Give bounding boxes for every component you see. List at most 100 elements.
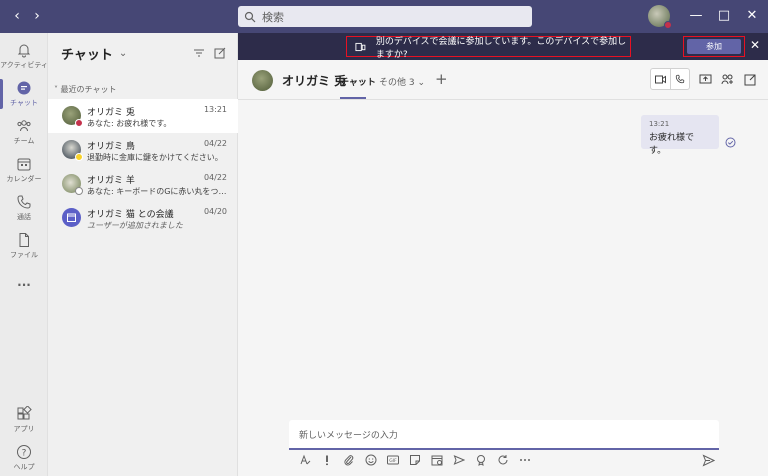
send-later-icon[interactable] xyxy=(453,454,465,466)
chat-list-pane: チャット ⌄ ˅ 最近のチャット オリガミ 兎 あなた: お疲れ様です。 13:… xyxy=(48,33,238,476)
rail-label: アクティビティ xyxy=(0,61,48,69)
join-button[interactable]: 参加 xyxy=(687,39,741,54)
message-text: お疲れ様です。 xyxy=(649,133,695,156)
schedule-meeting-icon[interactable] xyxy=(431,454,443,466)
chat-list-title[interactable]: チャット xyxy=(61,44,113,63)
chat-header: オリガミ 兎 チャット その他 3 ⌄ + xyxy=(238,60,768,100)
chat-list-item[interactable]: オリガミ 猫 との会議 ユーザーが追加されました 04/20 xyxy=(48,201,238,235)
emoji-icon[interactable] xyxy=(365,454,377,466)
chat-main-pane: 別のデバイスで会議に参加しています。このデバイスで参加しますか? 参加 ✕ オリ… xyxy=(238,33,768,476)
pop-out-icon[interactable] xyxy=(744,73,757,86)
search-input[interactable]: 検索 xyxy=(238,6,532,27)
new-chat-icon[interactable] xyxy=(214,47,226,59)
chat-title: オリガミ 兎 xyxy=(282,74,347,88)
message-input[interactable]: 新しいメッセージの入力 xyxy=(289,420,719,450)
chevron-down-icon: ⌄ xyxy=(417,78,426,88)
call-buttons xyxy=(650,68,690,90)
add-tab-button[interactable]: + xyxy=(435,70,448,88)
read-receipt-icon xyxy=(725,137,736,148)
banner-message-highlight: 別のデバイスで会議に参加しています。このデバイスで参加しますか? xyxy=(346,36,631,60)
teams-icon xyxy=(17,120,31,132)
rail-label: カレンダー xyxy=(6,175,42,183)
audio-call-button[interactable] xyxy=(669,69,690,89)
chevron-down-icon[interactable]: ⌄ xyxy=(119,48,127,59)
more-icon: ... xyxy=(17,275,31,289)
tab-active-indicator xyxy=(340,97,366,99)
avatar xyxy=(62,174,83,195)
bell-icon xyxy=(17,44,31,58)
share-screen-icon[interactable] xyxy=(699,73,712,86)
meeting-icon xyxy=(62,208,81,227)
rail-label: ファイル xyxy=(10,251,38,259)
svg-text:?: ? xyxy=(22,449,27,459)
add-people-icon[interactable] xyxy=(721,73,734,86)
chat-time: 04/20 xyxy=(203,207,227,216)
avatar xyxy=(62,106,83,127)
avatar xyxy=(62,140,83,161)
phone-icon xyxy=(17,195,31,209)
back-icon[interactable]: ‹ xyxy=(8,8,26,24)
rail-calendar[interactable]: カレンダー xyxy=(0,151,48,189)
rail-files[interactable]: ファイル xyxy=(0,227,48,265)
rail-calls[interactable]: 通話 xyxy=(0,189,48,227)
filter-icon[interactable] xyxy=(193,47,205,59)
file-icon xyxy=(19,233,29,247)
section-recent-chats[interactable]: ˅ 最近のチャット xyxy=(54,84,116,95)
minimize-icon[interactable]: — xyxy=(686,8,706,23)
rail-chat[interactable]: チャット xyxy=(0,75,48,113)
video-call-button[interactable] xyxy=(651,69,670,89)
rail-more[interactable]: ... xyxy=(0,263,48,301)
join-button-highlight: 参加 xyxy=(683,36,745,57)
calendar-icon xyxy=(17,158,31,171)
rail-teams[interactable]: チーム xyxy=(0,113,48,151)
section-label: 最近のチャット xyxy=(60,85,117,94)
status-busy-dot xyxy=(664,21,672,29)
window-close-icon[interactable]: ✕ xyxy=(742,8,762,23)
forward-icon[interactable]: › xyxy=(28,8,46,24)
loop-icon[interactable] xyxy=(497,454,509,466)
tab-more[interactable]: その他 3 ⌄ xyxy=(379,75,425,88)
user-avatar[interactable] xyxy=(648,5,672,29)
chat-name: オリガミ 兎 xyxy=(87,108,135,118)
search-placeholder: 検索 xyxy=(262,10,284,24)
chat-name: オリガミ 鳥 xyxy=(87,142,135,152)
status-busy-dot xyxy=(75,119,83,127)
device-transfer-icon xyxy=(355,42,366,51)
message-bubble[interactable]: 13:21 お疲れ様です。 xyxy=(641,115,719,156)
important-icon[interactable] xyxy=(321,454,333,466)
app-rail: アクティビティ チャット チーム カレンダー 通話 ファイル ... アプリ ?… xyxy=(0,33,48,476)
more-options-icon[interactable] xyxy=(519,454,531,466)
chat-preview: ユーザーが追加されました xyxy=(87,221,183,230)
send-icon[interactable] xyxy=(702,454,715,467)
sticker-icon[interactable] xyxy=(409,454,421,466)
rail-label: 通話 xyxy=(17,213,31,221)
phone-icon xyxy=(675,74,684,84)
maximize-icon[interactable]: □ xyxy=(714,8,734,23)
rail-activity[interactable]: アクティビティ xyxy=(0,37,48,75)
avatar xyxy=(252,70,273,91)
status-offline-dot xyxy=(75,187,83,195)
chat-list-item[interactable]: オリガミ 羊 あなた: キーボードのGに赤い丸をつけま... 04/22 xyxy=(48,167,238,201)
tab-chat[interactable]: チャット xyxy=(340,75,376,88)
rail-label: ヘルプ xyxy=(13,463,35,471)
message-time: 13:21 xyxy=(649,120,670,128)
attach-icon[interactable] xyxy=(343,454,355,466)
chat-list-header: チャット ⌄ xyxy=(48,33,238,73)
gif-icon[interactable]: GIF xyxy=(387,454,399,466)
tab-more-label: その他 3 xyxy=(379,78,415,88)
rail-help[interactable]: ? ヘルプ xyxy=(0,439,48,476)
help-icon: ? xyxy=(17,445,31,459)
chat-time: 04/22 xyxy=(203,139,227,148)
chat-preview: あなた: お疲れ様です。 xyxy=(87,119,172,128)
rail-apps[interactable]: アプリ xyxy=(0,401,48,439)
svg-text:GIF: GIF xyxy=(389,458,397,464)
title-bar: ‹ › 検索 — □ ✕ xyxy=(0,0,768,33)
status-away-dot xyxy=(75,153,83,161)
close-icon[interactable]: ✕ xyxy=(750,38,760,52)
compose-placeholder: 新しいメッセージの入力 xyxy=(299,431,398,441)
format-icon[interactable] xyxy=(299,454,311,466)
praise-icon[interactable] xyxy=(475,454,487,466)
meeting-banner: 別のデバイスで会議に参加しています。このデバイスで参加しますか? 参加 ✕ xyxy=(238,33,768,60)
chat-list-item[interactable]: オリガミ 兎 あなた: お疲れ様です。 13:21 xyxy=(48,99,238,133)
chat-list-item[interactable]: オリガミ 鳥 退勤時に金庫に鍵をかけてください。 04/22 xyxy=(48,133,238,167)
